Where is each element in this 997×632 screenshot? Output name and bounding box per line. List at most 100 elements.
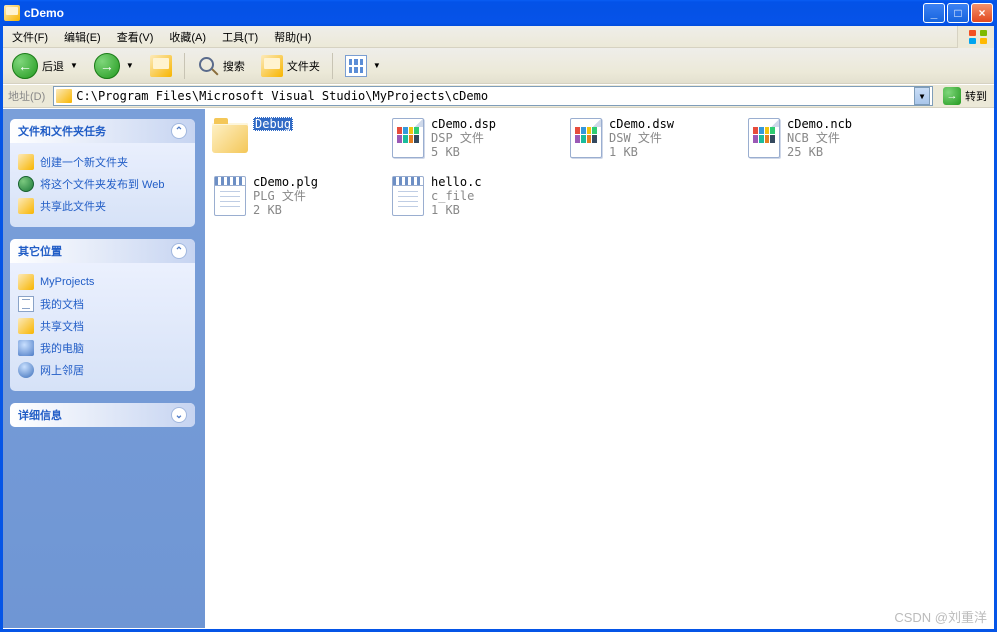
chevron-down-icon: ▼ <box>373 61 381 70</box>
go-arrow-icon: → <box>943 87 961 105</box>
separator <box>332 53 333 79</box>
file-size: 1 KB <box>609 145 674 159</box>
task-share[interactable]: 共享此文件夹 <box>18 195 187 217</box>
go-button[interactable]: → 转到 <box>937 85 993 107</box>
toolbar: ← 后退 ▼ → ▼ 搜索 文件夹 ▼ <box>0 48 997 84</box>
project-file-icon <box>567 117 605 159</box>
task-label: 创建一个新文件夹 <box>40 154 128 170</box>
menu-help[interactable]: 帮助(H) <box>266 27 319 47</box>
collapse-icon[interactable]: ⌃ <box>171 123 187 139</box>
file-item[interactable]: cDemo.dspDSP 文件5 KB <box>387 115 565 173</box>
tasks-panel: 文件和文件夹任务 ⌃ 创建一个新文件夹 将这个文件夹发布到 Web 共享此文件夹 <box>10 119 195 227</box>
file-item[interactable]: cDemo.dswDSW 文件1 KB <box>565 115 743 173</box>
menu-edit[interactable]: 编辑(E) <box>56 27 109 47</box>
forward-button[interactable]: → ▼ <box>88 50 140 82</box>
file-name: cDemo.plg <box>253 175 318 189</box>
folder-icon <box>18 318 34 334</box>
computer-icon <box>18 340 34 356</box>
folders-icon <box>261 55 283 77</box>
file-type: NCB 文件 <box>787 131 852 145</box>
task-label: 将这个文件夹发布到 Web <box>40 176 164 192</box>
file-item[interactable]: Debug <box>209 115 387 173</box>
view-button[interactable]: ▼ <box>339 52 387 80</box>
address-dropdown[interactable]: ▼ <box>914 87 930 105</box>
file-pane[interactable]: Debug cDemo.dspDSP 文件5 KB cDemo.dswDSW 文件1… <box>205 109 997 628</box>
collapse-icon[interactable]: ⌃ <box>171 243 187 259</box>
menu-tools[interactable]: 工具(T) <box>214 27 266 47</box>
other-shared[interactable]: 共享文档 <box>18 315 187 337</box>
address-label: 地址(D) <box>4 88 49 104</box>
task-new-folder[interactable]: 创建一个新文件夹 <box>18 151 187 173</box>
menu-file[interactable]: 文件(F) <box>4 27 56 47</box>
file-meta: hello.cc_file1 KB <box>431 175 482 217</box>
maximize-button[interactable]: □ <box>947 3 969 23</box>
file-grid: Debug cDemo.dspDSP 文件5 KB cDemo.dswDSW 文件1… <box>209 115 993 231</box>
text-file-icon <box>389 175 427 217</box>
file-type: c_file <box>431 189 482 203</box>
menubar: 文件(F) 编辑(E) 查看(V) 收藏(A) 工具(T) 帮助(H) <box>0 26 997 48</box>
details-panel: 详细信息 ⌄ <box>10 403 195 427</box>
other-header[interactable]: 其它位置 ⌃ <box>10 239 195 263</box>
back-button[interactable]: ← 后退 ▼ <box>6 50 84 82</box>
folders-button[interactable]: 文件夹 <box>255 52 326 80</box>
file-item[interactable]: hello.cc_file1 KB <box>387 173 565 231</box>
folders-label: 文件夹 <box>287 58 320 74</box>
file-size: 1 KB <box>431 203 482 217</box>
project-file-icon <box>745 117 783 159</box>
other-mydocs[interactable]: 我的文档 <box>18 293 187 315</box>
window-title: cDemo <box>24 6 923 20</box>
window-buttons: _ □ × <box>923 3 993 23</box>
titlebar: cDemo _ □ × <box>0 0 997 26</box>
minimize-button[interactable]: _ <box>923 3 945 23</box>
other-body: MyProjects 我的文档 共享文档 我的电脑 网上邻居 <box>10 263 195 391</box>
sidebar: 文件和文件夹任务 ⌃ 创建一个新文件夹 将这个文件夹发布到 Web 共享此文件夹… <box>0 109 205 628</box>
other-places-panel: 其它位置 ⌃ MyProjects 我的文档 共享文档 我的电脑 网上邻居 <box>10 239 195 391</box>
view-icon <box>345 55 367 77</box>
file-name: cDemo.dsp <box>431 117 496 131</box>
other-label: 我的电脑 <box>40 340 84 356</box>
search-icon <box>197 55 219 77</box>
other-label: MyProjects <box>40 276 94 288</box>
text-file-icon <box>211 175 249 217</box>
details-header[interactable]: 详细信息 ⌄ <box>10 403 195 427</box>
file-name: cDemo.dsw <box>609 117 674 131</box>
chevron-down-icon: ▼ <box>126 61 134 70</box>
file-name: Debug <box>253 117 293 131</box>
expand-icon[interactable]: ⌄ <box>171 407 187 423</box>
back-arrow-icon: ← <box>12 53 38 79</box>
task-publish[interactable]: 将这个文件夹发布到 Web <box>18 173 187 195</box>
folder-icon <box>4 5 20 21</box>
share-folder-icon <box>18 198 34 214</box>
chevron-down-icon: ▼ <box>70 61 78 70</box>
file-item[interactable]: cDemo.plgPLG 文件2 KB <box>209 173 387 231</box>
other-network[interactable]: 网上邻居 <box>18 359 187 381</box>
other-myprojects[interactable]: MyProjects <box>18 271 187 293</box>
windows-flag-icon <box>969 30 987 44</box>
address-path: C:\Program Files\Microsoft Visual Studio… <box>76 89 914 103</box>
separator <box>184 53 185 79</box>
search-button[interactable]: 搜索 <box>191 52 251 80</box>
file-type: PLG 文件 <box>253 189 318 203</box>
folder-icon <box>211 117 249 159</box>
file-name: hello.c <box>431 175 482 189</box>
address-combo[interactable]: C:\Program Files\Microsoft Visual Studio… <box>53 86 933 106</box>
file-name: cDemo.ncb <box>787 117 852 131</box>
folder-icon <box>18 274 34 290</box>
project-file-icon <box>389 117 427 159</box>
file-meta: cDemo.plgPLG 文件2 KB <box>253 175 318 217</box>
close-button[interactable]: × <box>971 3 993 23</box>
network-icon <box>18 362 34 378</box>
other-label: 共享文档 <box>40 318 84 334</box>
file-type: DSP 文件 <box>431 131 496 145</box>
menu-view[interactable]: 查看(V) <box>109 27 162 47</box>
other-mycomputer[interactable]: 我的电脑 <box>18 337 187 359</box>
back-label: 后退 <box>42 58 64 74</box>
file-item[interactable]: cDemo.ncbNCB 文件25 KB <box>743 115 921 173</box>
other-title: 其它位置 <box>18 243 62 259</box>
tasks-header[interactable]: 文件和文件夹任务 ⌃ <box>10 119 195 143</box>
file-meta: cDemo.dswDSW 文件1 KB <box>609 117 674 159</box>
file-meta: Debug <box>253 117 293 131</box>
up-button[interactable] <box>144 52 178 80</box>
menu-favorites[interactable]: 收藏(A) <box>161 27 214 47</box>
file-size: 2 KB <box>253 203 318 217</box>
